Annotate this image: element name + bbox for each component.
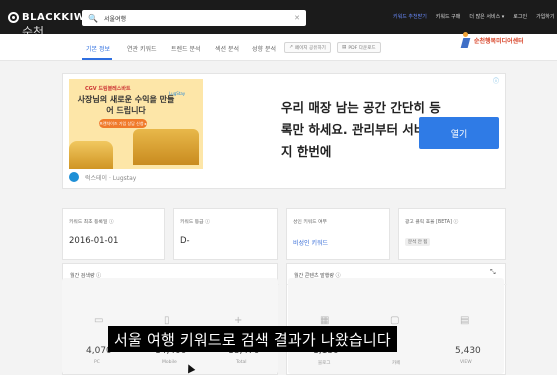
ad-image-cta[interactable]: 프랜차이즈 가입 상담 신청 ▸: [99, 119, 147, 128]
tab-basic-info[interactable]: 기본 정보: [86, 44, 110, 53]
keyword-grade-card: 키워드 등급 ⓘ D-: [173, 208, 278, 260]
search-box[interactable]: 🔍 ✕: [82, 10, 306, 26]
tab-section-analysis[interactable]: 섹션 분석: [215, 44, 239, 53]
top-bar: BLACKKIWI 🔍 ✕ 키워드 추천받기 키워드 구매 더 많은 서비스 ▾…: [0, 0, 557, 34]
kiwi-logo-icon: [8, 11, 19, 23]
coin-stack-left: [69, 141, 113, 169]
pdf-icon: ▤: [342, 45, 347, 50]
search-icon[interactable]: 🔍: [88, 14, 98, 23]
advertiser-logo-icon: [69, 172, 79, 182]
ad-advertiser[interactable]: 럭스테이 · Lugstay: [69, 172, 136, 182]
metric-label-view: VIEW: [460, 360, 472, 365]
metric-value-view: 5,430: [455, 346, 481, 356]
search-input[interactable]: [103, 14, 294, 22]
card-value: 2016-01-01: [69, 236, 119, 246]
metric-label-mobile: Mobile: [162, 360, 177, 365]
ad-image-headline: 사장님의 새로운 수익을 만들어 드립니다: [77, 95, 175, 115]
pdf-label: PDF 다운로드: [348, 45, 376, 51]
advertiser-name: 럭스테이 · Lugstay: [85, 174, 137, 182]
card-value-badge: 분석 안 됨: [405, 238, 431, 246]
blog-icon: ▦: [320, 315, 330, 326]
metric-label-cafe: 카페: [392, 361, 401, 366]
top-navigation: 키워드 추천받기 키워드 구매 더 많은 서비스 ▾ 로그인 가입하기: [393, 13, 555, 20]
coin-stack-right: [133, 129, 199, 165]
clear-icon[interactable]: ✕: [294, 14, 300, 22]
share-page-button[interactable]: ↗ 페이지 공유하기: [284, 42, 331, 53]
share-icon: ↗: [289, 45, 293, 50]
nav-more-services[interactable]: 더 많은 서비스 ▾: [469, 13, 504, 20]
metric-label-pc: PC: [94, 360, 100, 365]
card-label: 성인 키워드 여부: [293, 220, 327, 225]
monitor-icon: ▭: [94, 315, 104, 326]
ad-click-efficiency-card: 광고 클릭 효율 [BETA] ⓘ 분석 안 됨: [398, 208, 506, 260]
watermark-right-text: 순천행복미디어센터: [474, 37, 524, 45]
cafe-icon: ▢: [390, 315, 400, 326]
phone-icon: ▯: [164, 315, 170, 326]
tab-trend-analysis[interactable]: 트렌드 분석: [171, 44, 201, 53]
pdf-download-button[interactable]: ▤ PDF 다운로드: [337, 42, 381, 53]
metric-label-total: Total: [236, 360, 247, 365]
brand-logo[interactable]: BLACKKIWI: [8, 9, 90, 25]
nav-keyword-purchase[interactable]: 키워드 구매: [436, 13, 461, 20]
nav-login[interactable]: 로그인: [513, 13, 527, 20]
metric-label-blog: 블로그: [318, 361, 331, 366]
expand-icon[interactable]: ⤡: [490, 268, 496, 277]
card-value: D-: [180, 236, 190, 246]
tab-related-keywords[interactable]: 연관 키워드: [127, 44, 157, 53]
ad-open-button[interactable]: 열기: [419, 117, 499, 149]
card-label: 광고 클릭 효율 [BETA] ⓘ: [405, 220, 459, 225]
share-label: 페이지 공유하기: [294, 45, 326, 51]
first-registered-card: 키워드 최초 등록일 ⓘ 2016-01-01: [62, 208, 165, 260]
card-label: 키워드 등급 ⓘ: [180, 220, 210, 225]
ad-banner[interactable]: CGV 드림블레스바트 LugStay 사장님의 새로운 수익을 만들어 드립니…: [62, 73, 506, 189]
person-logo-icon: [460, 32, 472, 48]
view-icon: ▤: [460, 315, 470, 326]
active-tab-indicator: [82, 58, 112, 60]
card-value[interactable]: 비성인 키워드: [293, 238, 328, 247]
ad-image[interactable]: CGV 드림블레스바트 LugStay 사장님의 새로운 수익을 만들어 드립니…: [69, 79, 203, 169]
adult-keyword-card: 성인 키워드 여부 비성인 키워드: [286, 208, 390, 260]
card-label: 키워드 최초 등록일 ⓘ: [69, 220, 114, 225]
brand-name: BLACKKIWI: [22, 11, 90, 23]
plus-icon: +: [234, 315, 243, 326]
nav-signup[interactable]: 가입하기: [536, 13, 554, 20]
broadcast-watermark-right: 순천행복미디어센터: [460, 32, 524, 48]
ad-image-brand: CGV 드림블레스바트: [85, 86, 131, 92]
nav-keyword-recommend[interactable]: 키워드 추천받기: [393, 13, 427, 20]
tab-tendency-analysis[interactable]: 성향 분석: [252, 44, 276, 53]
video-subtitle-caption: 서울 여행 키워드로 검색 결과가 나왔습니다: [108, 326, 397, 352]
ad-info-icon[interactable]: ⓘ: [493, 76, 499, 85]
